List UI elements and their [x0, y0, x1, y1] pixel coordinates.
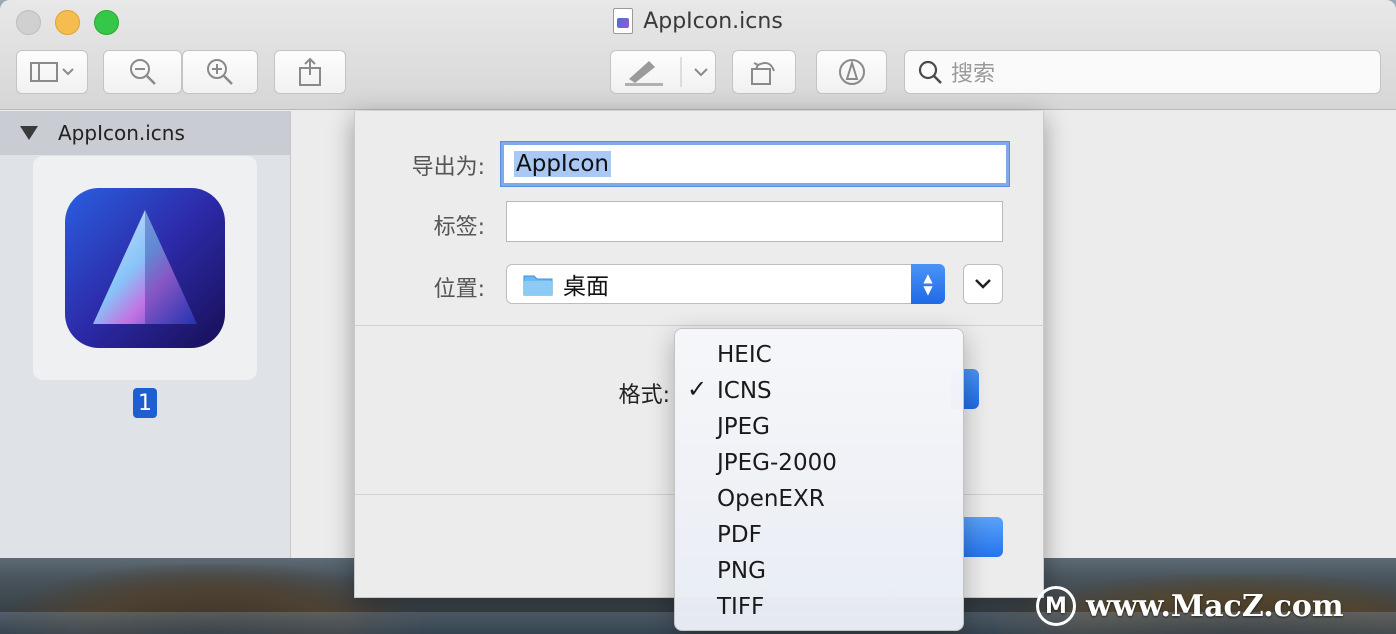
chevron-down-icon [694, 68, 708, 77]
window-title-text: AppIcon.icns [643, 8, 783, 34]
sidebar-file-name: AppIcon.icns [58, 121, 185, 145]
format-option-icns[interactable]: ✓ ICNS [675, 373, 963, 409]
zoom-out-button[interactable] [103, 50, 182, 94]
page-thumbnail[interactable] [33, 156, 257, 380]
app-icon-thumbnail [65, 188, 225, 348]
chevron-down-icon [62, 68, 74, 76]
sheet-divider-top [355, 325, 1045, 326]
zoom-in-icon [207, 59, 233, 85]
share-icon [299, 57, 321, 86]
markup-button[interactable] [816, 50, 887, 94]
rotate-button[interactable] [732, 50, 796, 94]
export-as-value: AppIcon [514, 151, 612, 177]
format-option-pdf[interactable]: PDF [675, 517, 963, 553]
page-number-badge: 1 [133, 388, 157, 418]
window-title: AppIcon.icns [0, 8, 1396, 34]
zoom-out-icon [129, 59, 156, 85]
sidebar-icon [30, 62, 74, 82]
sidebar: AppIcon.icns 1 [0, 111, 291, 558]
title-bar: AppIcon.icns 搜索 [0, 0, 1396, 110]
format-option-jpeg-2000[interactable]: JPEG-2000 [675, 445, 963, 481]
disclosure-triangle-icon[interactable] [20, 126, 38, 140]
document-icon [613, 8, 634, 34]
rotate-icon [751, 62, 775, 85]
format-option-jpeg[interactable]: JPEG [675, 409, 963, 445]
format-option-openexr[interactable]: OpenEXR [675, 481, 963, 517]
format-menu: HEIC ✓ ICNS JPEG JPEG-2000 OpenEXR PDF PN… [674, 328, 964, 631]
chevron-down-icon: ▼ [923, 283, 933, 297]
search-field[interactable]: 搜索 [904, 50, 1381, 94]
sidebar-toggle-button[interactable] [16, 50, 88, 94]
format-option-heic[interactable]: HEIC [675, 337, 963, 373]
checkmark-icon: ✓ [687, 375, 708, 403]
sidebar-file-header[interactable]: AppIcon.icns [0, 111, 290, 155]
format-option-tiff[interactable]: TIFF [675, 589, 963, 625]
search-placeholder: 搜索 [951, 62, 996, 87]
search-icon [918, 60, 942, 84]
format-option-png[interactable]: PNG [675, 553, 963, 589]
export-as-field[interactable]: AppIcon [501, 142, 1009, 186]
export-as-label: 导出为: [411, 155, 485, 180]
zoom-in-button[interactable] [182, 50, 258, 94]
highlight-button[interactable] [610, 50, 716, 94]
location-popup[interactable]: 桌面 ▲ ▼ [506, 264, 945, 304]
location-value: 桌面 [563, 274, 609, 300]
format-label: 格式: [618, 383, 670, 408]
watermark-text: www.MacZ.com [1086, 588, 1344, 624]
highlight-pen-icon [625, 57, 708, 87]
watermark: M www.MacZ.com [1036, 586, 1344, 626]
location-label: 位置: [433, 277, 485, 302]
tags-field[interactable] [506, 201, 1003, 242]
share-button[interactable] [274, 50, 346, 94]
chevron-down-icon [975, 279, 991, 289]
watermark-logo-icon: M [1036, 586, 1076, 626]
save-button[interactable] [960, 517, 1003, 557]
tags-label: 标签: [433, 215, 485, 240]
folder-icon [523, 275, 553, 296]
expand-location-button[interactable] [963, 264, 1003, 304]
markup-icon [838, 59, 865, 85]
location-stepper[interactable]: ▲ ▼ [911, 264, 945, 304]
